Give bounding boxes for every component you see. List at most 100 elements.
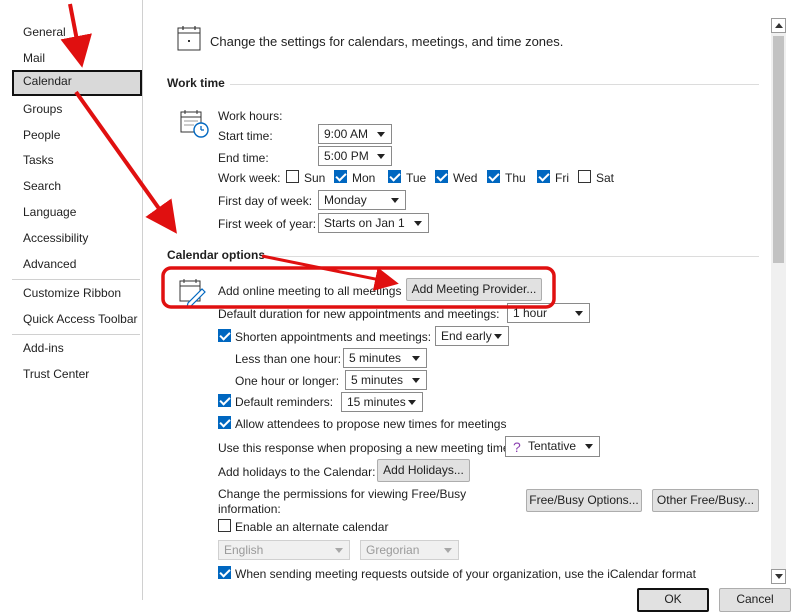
sidebar-item-language[interactable]: Language	[12, 201, 142, 223]
default-duration-value: 1 hour	[513, 306, 548, 320]
add-holidays-label: Add holidays to the Calendar:	[218, 465, 376, 479]
checkbox-sun[interactable]	[286, 170, 299, 183]
alternate-calendar-label: Enable an alternate calendar	[235, 520, 389, 534]
checkbox-alternate-calendar[interactable]	[218, 519, 231, 532]
allow-attendees-label: Allow attendees to propose new times for…	[235, 417, 507, 431]
chevron-down-icon	[377, 154, 385, 159]
page-description: Change the settings for calendars, meeti…	[210, 34, 564, 49]
default-duration-dropdown[interactable]: 1 hour	[507, 303, 590, 323]
sidebar-item-search[interactable]: Search	[12, 175, 142, 197]
sidebar-item-general[interactable]: General	[12, 21, 142, 43]
sidebar-item-trust-center[interactable]: Trust Center	[12, 363, 142, 385]
less-than-hour-value: 5 minutes	[349, 351, 402, 365]
chevron-down-icon	[391, 198, 399, 203]
scroll-up-arrow-icon[interactable]	[771, 18, 786, 33]
response-dropdown[interactable]: ? Tentative	[505, 436, 600, 457]
less-than-hour-label: Less than one hour:	[235, 352, 342, 366]
section-title-work-time: Work time	[167, 76, 225, 90]
checkbox-wed[interactable]	[435, 170, 448, 183]
sidebar-item-accessibility[interactable]: Accessibility	[12, 227, 142, 249]
alt-language-dropdown: English	[218, 540, 350, 560]
shorten-appointments-label: Shorten appointments and meetings:	[235, 330, 432, 344]
question-mark-icon: ?	[513, 439, 521, 455]
first-week-value: Starts on Jan 1	[324, 216, 405, 230]
default-reminders-value: 15 minutes	[347, 395, 406, 409]
add-holidays-button[interactable]: Add Holidays...	[377, 459, 470, 482]
default-duration-label: Default duration for new appointments an…	[218, 307, 500, 321]
sidebar-item-quick-access-toolbar[interactable]: Quick Access Toolbar	[12, 308, 142, 330]
hour-or-longer-value: 5 minutes	[351, 373, 404, 387]
checkbox-sat[interactable]	[578, 170, 591, 183]
scrollbar-thumb[interactable]	[773, 36, 784, 263]
checkbox-fri[interactable]	[537, 170, 550, 183]
other-free-busy-button[interactable]: Other Free/Busy...	[652, 489, 759, 512]
chevron-down-icon	[444, 548, 452, 553]
section-divider	[230, 84, 759, 85]
chevron-down-icon	[585, 444, 593, 449]
hour-or-longer-dropdown[interactable]: 5 minutes	[345, 370, 427, 390]
use-response-label: Use this response when proposing a new m…	[218, 441, 513, 455]
less-than-hour-dropdown[interactable]: 5 minutes	[343, 348, 427, 368]
add-meeting-provider-button[interactable]: Add Meeting Provider...	[406, 278, 542, 301]
calendar-edit-icon	[179, 279, 206, 307]
day-label-tue: Tue	[406, 171, 427, 185]
sidebar-item-groups[interactable]: Groups	[12, 98, 142, 120]
sidebar-item-advanced[interactable]: Advanced	[12, 253, 142, 275]
chevron-down-icon	[377, 132, 385, 137]
chevron-down-icon	[412, 378, 420, 383]
shorten-value: End early	[441, 329, 492, 343]
options-sidebar: General Mail Calendar Groups People Task…	[0, 0, 143, 600]
start-time-label: Start time:	[218, 129, 273, 143]
sidebar-item-tasks[interactable]: Tasks	[12, 149, 142, 171]
end-time-label: End time:	[218, 151, 269, 165]
checkbox-default-reminders[interactable]	[218, 394, 231, 407]
work-hours-label: Work hours:	[218, 109, 283, 123]
chevron-down-icon	[412, 356, 420, 361]
scroll-down-arrow-icon[interactable]	[771, 569, 786, 584]
calendar-clock-icon	[180, 110, 209, 138]
free-busy-options-button[interactable]: Free/Busy Options...	[526, 489, 642, 512]
permissions-label-line1: Change the permissions for viewing Free/…	[218, 487, 467, 501]
response-value: Tentative	[528, 439, 577, 453]
end-time-dropdown[interactable]: 5:00 PM	[318, 146, 392, 166]
chevron-down-icon	[408, 400, 416, 405]
checkbox-tue[interactable]	[388, 170, 401, 183]
checkbox-mon[interactable]	[334, 170, 347, 183]
start-time-dropdown[interactable]: 9:00 AM	[318, 124, 392, 144]
sidebar-item-calendar[interactable]: Calendar	[12, 70, 142, 96]
start-time-value: 9:00 AM	[324, 127, 369, 141]
day-label-fri: Fri	[555, 171, 569, 185]
cancel-button[interactable]: Cancel	[719, 588, 791, 612]
sidebar-item-customize-ribbon[interactable]: Customize Ribbon	[12, 282, 142, 304]
permissions-label-line2: information:	[218, 502, 281, 516]
first-day-value: Monday	[324, 193, 367, 207]
chevron-down-icon	[335, 548, 343, 553]
day-label-thu: Thu	[505, 171, 526, 185]
icalendar-label: When sending meeting requests outside of…	[235, 567, 696, 581]
first-week-dropdown[interactable]: Starts on Jan 1	[318, 213, 429, 233]
sidebar-item-mail[interactable]: Mail	[12, 47, 142, 69]
alt-calendar-dropdown: Gregorian	[360, 540, 459, 560]
checkbox-shorten-appointments[interactable]	[218, 329, 231, 342]
alt-language-value: English	[224, 543, 264, 557]
default-reminders-dropdown[interactable]: 15 minutes	[341, 392, 423, 412]
hour-or-longer-label: One hour or longer:	[235, 374, 340, 388]
alt-calendar-value: Gregorian	[366, 543, 420, 557]
chevron-down-icon	[494, 334, 502, 339]
ok-button[interactable]: OK	[637, 588, 709, 612]
end-time-value: 5:00 PM	[324, 149, 369, 163]
checkbox-icalendar-format[interactable]	[218, 566, 231, 579]
chevron-down-icon	[575, 311, 583, 316]
shorten-dropdown[interactable]: End early	[435, 326, 509, 346]
annotation-arrow	[261, 254, 399, 291]
first-day-dropdown[interactable]: Monday	[318, 190, 406, 210]
sidebar-item-add-ins[interactable]: Add-ins	[12, 337, 142, 359]
checkbox-allow-attendees[interactable]	[218, 416, 231, 429]
day-label-mon: Mon	[352, 171, 376, 185]
section-divider	[260, 256, 759, 257]
vertical-scrollbar[interactable]	[771, 18, 786, 584]
sidebar-item-people[interactable]: People	[12, 124, 142, 146]
first-day-label: First day of week:	[218, 194, 313, 208]
add-online-meeting-label: Add online meeting to all meetings	[218, 284, 402, 298]
checkbox-thu[interactable]	[487, 170, 500, 183]
